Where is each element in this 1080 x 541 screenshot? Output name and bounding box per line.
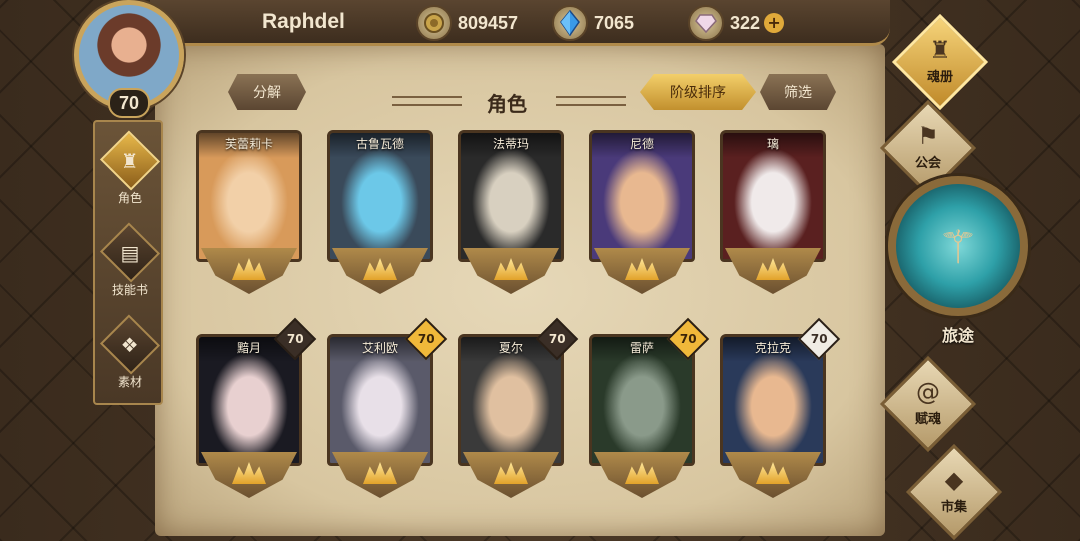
tab-label: 素材 bbox=[117, 375, 142, 389]
crystal-amount: 7065 bbox=[594, 12, 635, 33]
character-name: 尼德 bbox=[592, 133, 692, 158]
decompose-button[interactable]: 分解 bbox=[228, 74, 306, 110]
character-card[interactable]: 克拉克 70 bbox=[720, 317, 841, 504]
character-card[interactable]: 尼德 bbox=[589, 130, 695, 300]
character-card[interactable]: 艾利欧 70 bbox=[327, 317, 448, 504]
character-portrait-frame: 雷萨 bbox=[589, 334, 695, 466]
player-avatar-frame[interactable]: 70 bbox=[62, 0, 196, 120]
character-card[interactable]: 璃 bbox=[720, 130, 826, 300]
character-name: 法蒂玛 bbox=[461, 133, 561, 158]
skill-book-icon: ▤ bbox=[120, 240, 140, 265]
player-level-badge: 70 bbox=[108, 88, 150, 118]
character-portrait-frame: 璃 bbox=[720, 130, 826, 262]
gold-resource: 809457 bbox=[416, 5, 519, 41]
character-level: 70 bbox=[679, 331, 697, 346]
gold-coin-icon bbox=[416, 5, 452, 41]
crystal-resource: 7065 bbox=[552, 5, 635, 41]
guild-emblem-icon: ⚑ bbox=[917, 122, 939, 150]
market-label: 市集 bbox=[940, 500, 967, 515]
left-tab-bar: ♜ 角色 ▤ 技能书 ❖ 素材 bbox=[93, 120, 163, 405]
character-card[interactable]: 芙蕾莉卡 bbox=[196, 130, 302, 300]
character-portrait-frame: 法蒂玛 bbox=[458, 130, 564, 262]
character-portrait-frame: 艾利欧 bbox=[327, 334, 433, 466]
gold-amount: 809457 bbox=[458, 12, 519, 33]
character-name: 古鲁瓦德 bbox=[330, 133, 430, 158]
journey-button[interactable]: ⚚ bbox=[888, 176, 1028, 316]
helmet-icon: ♜ bbox=[929, 36, 951, 64]
tab-label: 技能书 bbox=[111, 283, 148, 297]
gem-amount: 322 bbox=[730, 12, 761, 33]
character-portrait-frame: 克拉克 bbox=[720, 334, 826, 466]
character-portrait-frame: 黯月 bbox=[196, 334, 302, 466]
character-level: 70 bbox=[810, 331, 828, 346]
character-portrait-frame: 芙蕾莉卡 bbox=[196, 130, 302, 262]
character-card[interactable]: 雷萨 70 bbox=[589, 317, 710, 504]
character-card[interactable]: 黯月 70 bbox=[196, 317, 317, 504]
helmet-icon: ♜ bbox=[121, 148, 139, 173]
guild-label: 公会 bbox=[914, 156, 941, 171]
journey-label: 旅途 bbox=[941, 326, 974, 345]
add-gem-button[interactable]: + bbox=[764, 13, 785, 33]
trident-icon: ⚚ bbox=[937, 220, 979, 274]
character-level: 70 bbox=[548, 331, 566, 346]
tab-skill-book[interactable]: ▤ 技能书 bbox=[95, 218, 165, 298]
gem-icon bbox=[688, 5, 724, 41]
tab-material[interactable]: ❖ 素材 bbox=[95, 310, 165, 390]
character-name: 璃 bbox=[723, 133, 823, 158]
endow-soul-button[interactable]: @ 赋魂 bbox=[879, 355, 977, 453]
endow-soul-label: 赋魂 bbox=[914, 412, 941, 427]
title-ornament-right bbox=[556, 96, 626, 106]
filter-button[interactable]: 筛选 bbox=[760, 74, 836, 110]
crystal-icon: ◆ bbox=[944, 466, 964, 494]
character-portrait-frame: 古鲁瓦德 bbox=[327, 130, 433, 262]
page-title: 角色 bbox=[487, 92, 527, 116]
material-icon: ❖ bbox=[121, 332, 139, 357]
sort-by-rank-button[interactable]: 阶级排序 bbox=[640, 74, 756, 110]
character-level: 70 bbox=[286, 331, 304, 346]
soul-book-button[interactable]: ♜ 魂册 bbox=[891, 13, 989, 111]
blue-crystal-icon bbox=[552, 5, 588, 41]
character-card[interactable]: 法蒂玛 bbox=[458, 130, 564, 300]
title-ornament-left bbox=[392, 96, 462, 106]
character-level: 70 bbox=[417, 331, 435, 346]
player-name: Raphdel bbox=[262, 10, 345, 33]
character-portrait-frame: 夏尔 bbox=[458, 334, 564, 466]
character-portrait-frame: 尼德 bbox=[589, 130, 695, 262]
gem-resource: 322 + bbox=[688, 5, 785, 41]
character-card[interactable]: 夏尔 70 bbox=[458, 317, 579, 504]
spiral-icon: @ bbox=[916, 378, 940, 406]
tab-label: 角色 bbox=[117, 191, 142, 205]
character-card[interactable]: 古鲁瓦德 bbox=[327, 130, 433, 300]
soul-book-label: 魂册 bbox=[926, 70, 953, 85]
character-name: 芙蕾莉卡 bbox=[199, 133, 299, 158]
tab-character[interactable]: ♜ 角色 bbox=[95, 126, 165, 206]
market-button[interactable]: ◆ 市集 bbox=[905, 443, 1003, 541]
